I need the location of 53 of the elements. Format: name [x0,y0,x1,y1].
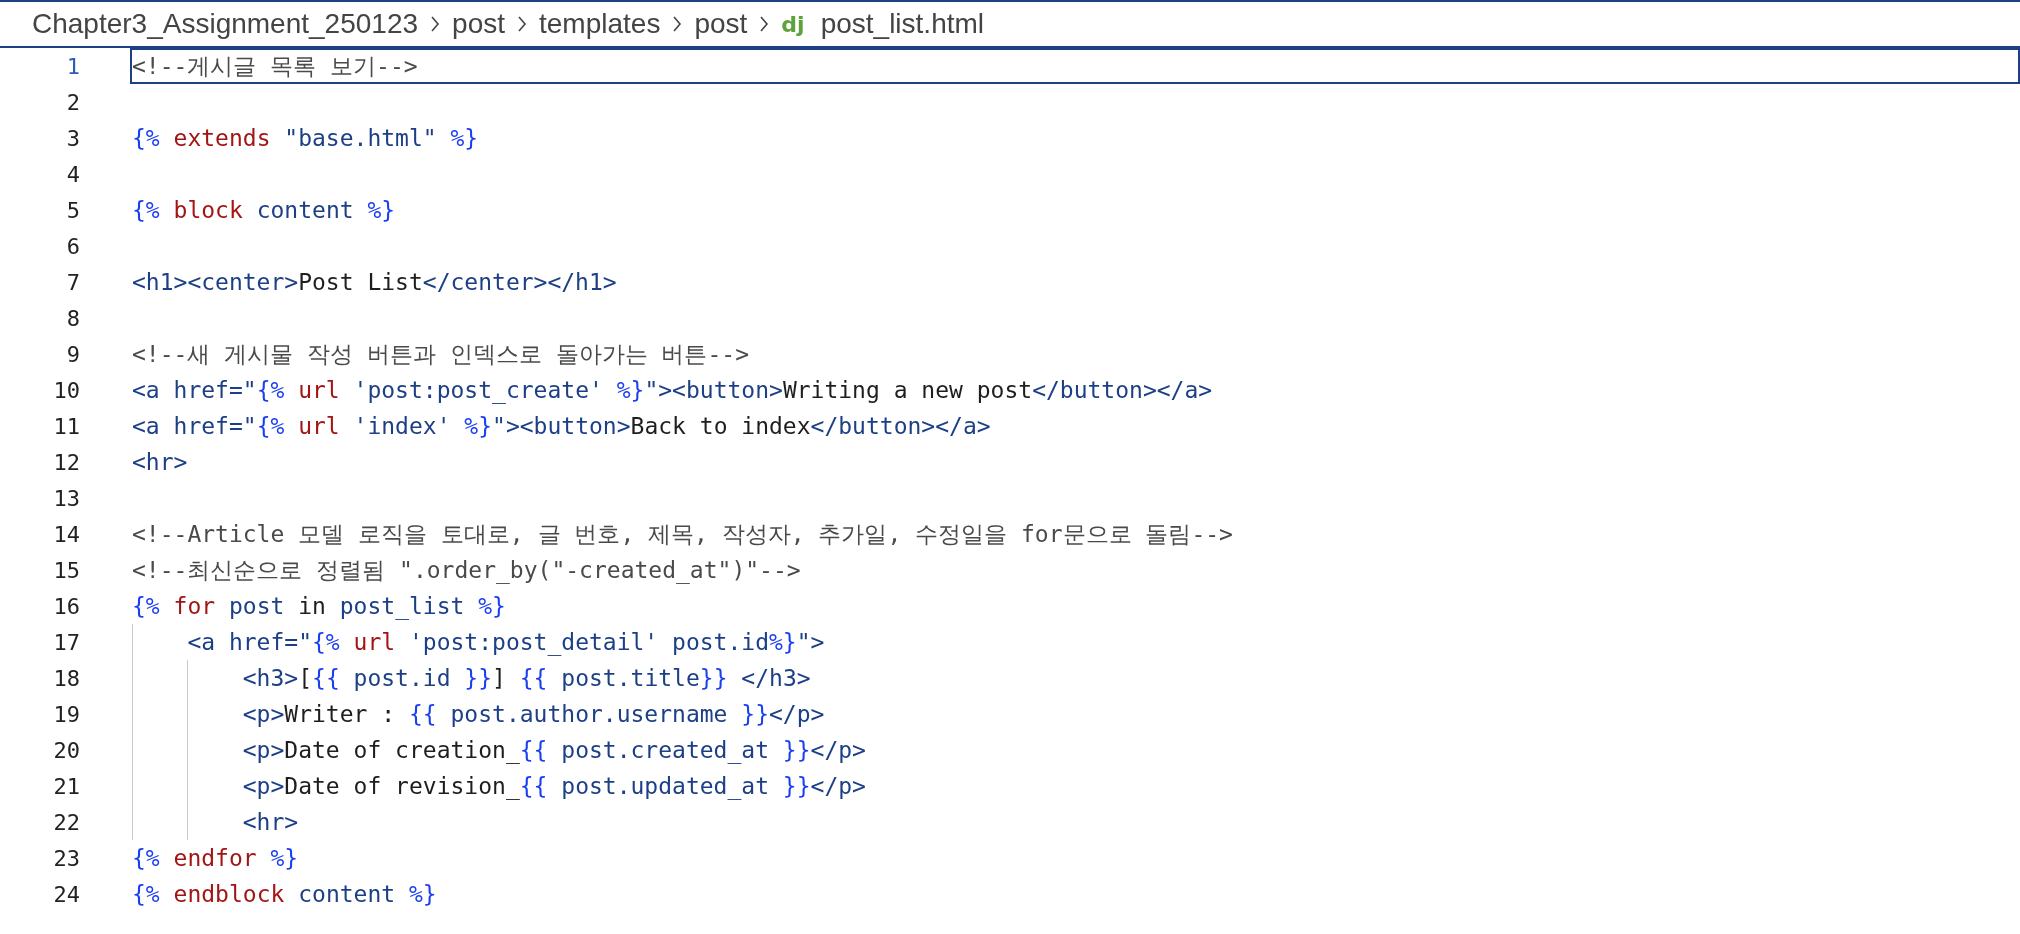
line-number: 8 [65,305,80,331]
code-line: <hr> [241,809,299,835]
line-number: 2 [65,89,80,115]
code-line: <p>Writer : {{ post.author.username }}</p> [241,701,825,727]
breadcrumb-item[interactable]: post_list.html [820,8,985,40]
line-number: 5 [65,197,80,223]
code-line: {% extends "base.html" %} [132,125,479,151]
line-number: 16 [52,593,80,619]
code-line: <a href="{% url 'post:post_detail' post.id%}"> [186,629,825,655]
line-number: 18 [52,665,80,691]
breadcrumb-item[interactable]: post [694,8,748,40]
code-line: <!--새 게시물 작성 버튼과 인덱스로 돌아가는 버튼--> [132,339,749,369]
line-number: 21 [52,773,80,799]
line-number: 17 [52,629,80,655]
code-line: <!--Article 모델 로직을 토대로, 글 번호, 제목, 작성자, 추가일, 수정일을 for문으로 돌림--> [132,519,1233,549]
code-line: {% for post in post_list %} [132,593,506,619]
line-number: 4 [65,161,80,187]
code-line: <!--게시글 목록 보기--> [132,51,418,81]
line-number: 23 [52,845,80,871]
code-line: {% endblock content %} [132,881,437,907]
line-number: 10 [52,377,80,403]
chevron-right-icon [517,16,527,32]
line-number: 19 [52,701,80,727]
chevron-right-icon [430,16,441,32]
line-number: 3 [65,125,80,151]
chevron-right-icon [759,16,770,32]
line-number: 9 [65,341,80,367]
line-number: 14 [52,521,80,547]
django-file-icon: dj [781,11,805,37]
code-line: <p>Date of creation_{{ post.created_at }}</p> [241,737,866,763]
breadcrumb-item[interactable]: post [452,8,505,40]
code-line: <!--최신순으로 정렬됨 ".order_by("-created_at")"--> [132,555,801,586]
line-number: 22 [52,809,80,835]
breadcrumb-item[interactable]: templates [539,8,661,40]
line-number: 1 [65,53,80,79]
code-line: <a href="{% url 'post:post_create' %}"><button>Writing a new post</button></a> [132,377,1213,403]
line-number: 20 [52,737,80,763]
line-number: 7 [65,269,80,295]
code-line: <a href="{% url 'index' %}"><button>Back to index</button></a> [132,413,991,439]
line-number: 15 [52,557,80,583]
code-line: <h3>[{{ post.id }}] {{ post.title}} </h3> [241,665,811,691]
line-number: 11 [52,413,80,439]
code-line: {% endfor %} [132,845,299,871]
chevron-right-icon [672,16,683,32]
line-number: 6 [65,233,80,259]
code-line: <h1><center>Post List</center></h1> [132,269,617,295]
line-number: 12 [52,449,80,475]
code-line: {% block content %} [132,197,396,223]
line-number: 24 [52,881,80,907]
code-line: <hr> [132,449,188,475]
line-number: 13 [52,485,80,511]
code-line: <p>Date of revision_{{ post.updated_at }}</p> [241,773,866,799]
breadcrumb-item[interactable]: Chapter3_Assignment_250123 [32,8,419,40]
